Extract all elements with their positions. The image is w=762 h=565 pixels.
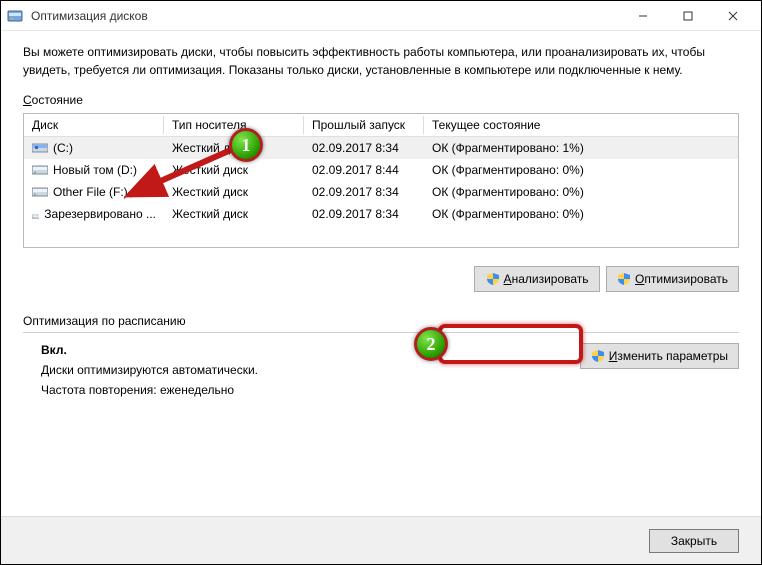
drive-icon (32, 186, 48, 198)
change-settings-button[interactable]: Изменить параметры (580, 343, 739, 369)
shield-icon (591, 349, 605, 363)
highlight-analyze (438, 324, 583, 364)
col-header-status[interactable]: Текущее состояние (424, 114, 738, 136)
close-button[interactable] (710, 1, 755, 31)
cell-last: 02.09.2017 8:34 (304, 205, 424, 223)
callout-1: 1 (229, 128, 263, 162)
titlebar: Оптимизация дисков (1, 1, 761, 31)
drive-icon (32, 142, 48, 154)
optimize-button[interactable]: Оптимизировать (606, 266, 739, 292)
cell-last: 02.09.2017 8:44 (304, 161, 424, 179)
app-icon (7, 8, 23, 24)
shield-icon (617, 272, 631, 286)
drive-icon (32, 208, 39, 220)
shield-icon (486, 272, 500, 286)
cell-status: ОК (Фрагментировано: 1%) (424, 139, 738, 157)
callout-2: 2 (414, 327, 448, 361)
cell-status: ОК (Фрагментировано: 0%) (424, 161, 738, 179)
col-header-disk[interactable]: Диск (24, 114, 164, 136)
bottom-bar: Закрыть (1, 516, 761, 564)
minimize-button[interactable] (620, 1, 665, 31)
divider (23, 332, 739, 333)
maximize-button[interactable] (665, 1, 710, 31)
cell-status: ОК (Фрагментировано: 0%) (424, 183, 738, 201)
state-label: Состояние (23, 93, 739, 107)
drive-icon (32, 164, 48, 176)
drive-name: (C:) (53, 141, 73, 155)
analyze-button[interactable]: Анализировать (474, 266, 600, 292)
col-header-last[interactable]: Прошлый запуск (304, 114, 424, 136)
cell-status: ОК (Фрагментировано: 0%) (424, 205, 738, 223)
schedule-line2: Частота повторения: еженедельно (41, 383, 564, 397)
schedule-line1: Диски оптимизируются автоматически. (41, 363, 564, 377)
cell-last: 02.09.2017 8:34 (304, 139, 424, 157)
window-title: Оптимизация дисков (31, 9, 620, 23)
tutorial-arrow (111, 141, 246, 211)
grid-header: Диск Тип носителя Прошлый запуск Текущее… (24, 114, 738, 137)
schedule-title: Оптимизация по расписанию (23, 314, 739, 328)
description-text: Вы можете оптимизировать диски, чтобы по… (23, 43, 739, 79)
cell-last: 02.09.2017 8:34 (304, 183, 424, 201)
close-dialog-button[interactable]: Закрыть (649, 529, 739, 553)
